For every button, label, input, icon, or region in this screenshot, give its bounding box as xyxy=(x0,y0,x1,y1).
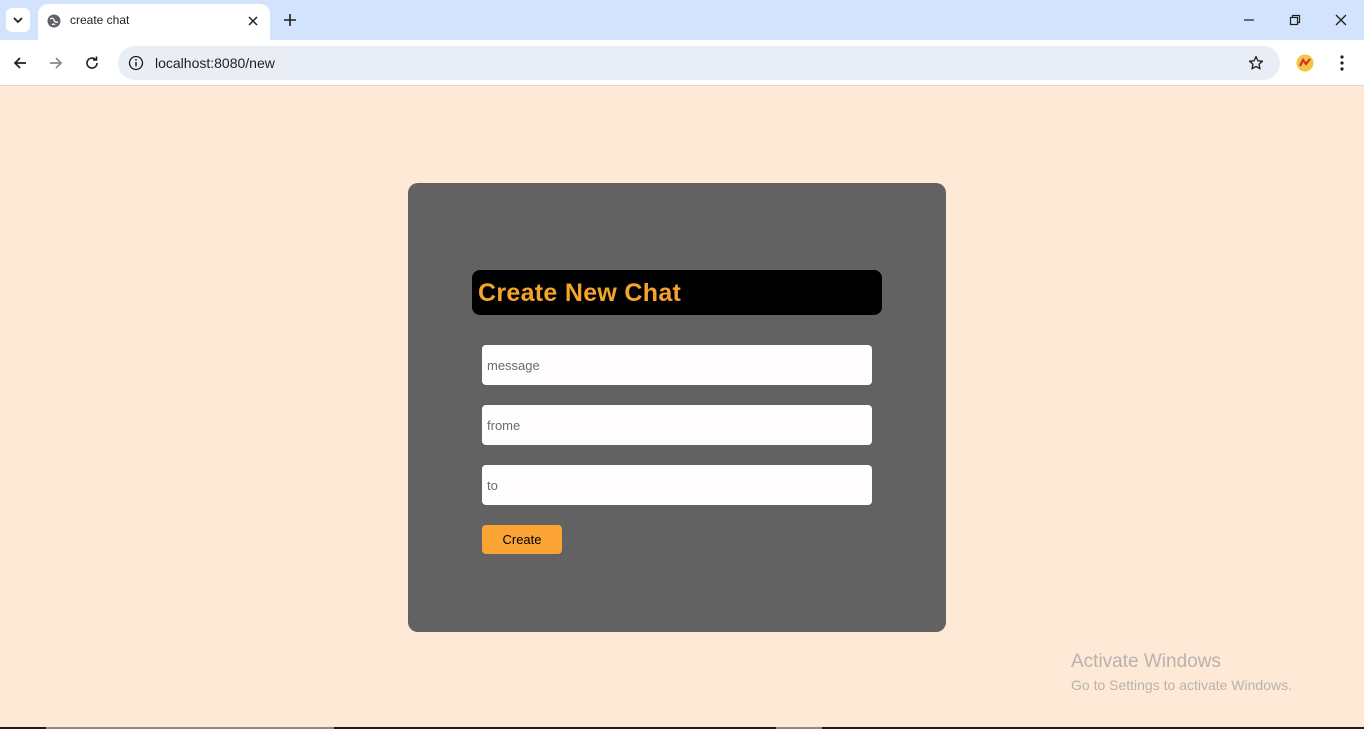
close-icon xyxy=(1335,14,1347,26)
bookmark-button[interactable] xyxy=(1246,53,1266,73)
arrow-left-icon xyxy=(13,57,26,69)
tab-strip: create chat xyxy=(0,0,1364,40)
back-button[interactable] xyxy=(6,49,34,77)
browser-toolbar: localhost:8080/new xyxy=(0,40,1364,86)
star-icon xyxy=(1248,55,1264,70)
frome-input[interactable] xyxy=(482,405,872,445)
message-input[interactable] xyxy=(482,345,872,385)
arrow-right-icon xyxy=(50,57,63,69)
page-body: Create New Chat Create xyxy=(0,87,1364,729)
minimize-button[interactable] xyxy=(1226,0,1272,40)
minimize-icon xyxy=(1244,19,1254,21)
reload-button[interactable] xyxy=(78,49,106,77)
to-input[interactable] xyxy=(482,465,872,505)
reload-icon xyxy=(86,56,98,69)
site-info-button[interactable] xyxy=(126,53,146,73)
tab-title: create chat xyxy=(70,13,130,27)
watermark-subtitle: Go to Settings to activate Windows. xyxy=(1071,677,1292,693)
globe-icon xyxy=(47,14,61,28)
windows-activation-watermark: Activate Windows Go to Settings to activ… xyxy=(1071,651,1292,696)
restore-icon xyxy=(1289,14,1301,26)
create-chat-card: Create New Chat Create xyxy=(408,183,946,632)
more-vert-icon xyxy=(1340,55,1344,71)
heading-banner: Create New Chat xyxy=(472,270,882,315)
close-icon xyxy=(248,16,258,26)
extension-button[interactable] xyxy=(1294,52,1316,74)
info-icon xyxy=(128,55,144,71)
create-button[interactable]: Create xyxy=(482,525,562,554)
new-tab-button[interactable] xyxy=(278,8,302,32)
tab-search-button[interactable] xyxy=(6,8,30,32)
url-text[interactable]: localhost:8080/new xyxy=(155,55,275,71)
address-bar[interactable]: localhost:8080/new xyxy=(118,46,1280,80)
plus-icon xyxy=(284,14,296,26)
tab-close-button[interactable] xyxy=(244,12,262,30)
browser-menu-button[interactable] xyxy=(1330,50,1354,76)
extension-icon xyxy=(1296,54,1314,72)
page-title: Create New Chat xyxy=(478,279,682,307)
forward-button[interactable] xyxy=(42,49,70,77)
watermark-title: Activate Windows xyxy=(1071,651,1221,672)
active-tab[interactable]: create chat xyxy=(38,4,270,40)
close-window-button[interactable] xyxy=(1318,0,1364,40)
restore-button[interactable] xyxy=(1272,0,1318,40)
chevron-down-icon xyxy=(13,17,23,24)
